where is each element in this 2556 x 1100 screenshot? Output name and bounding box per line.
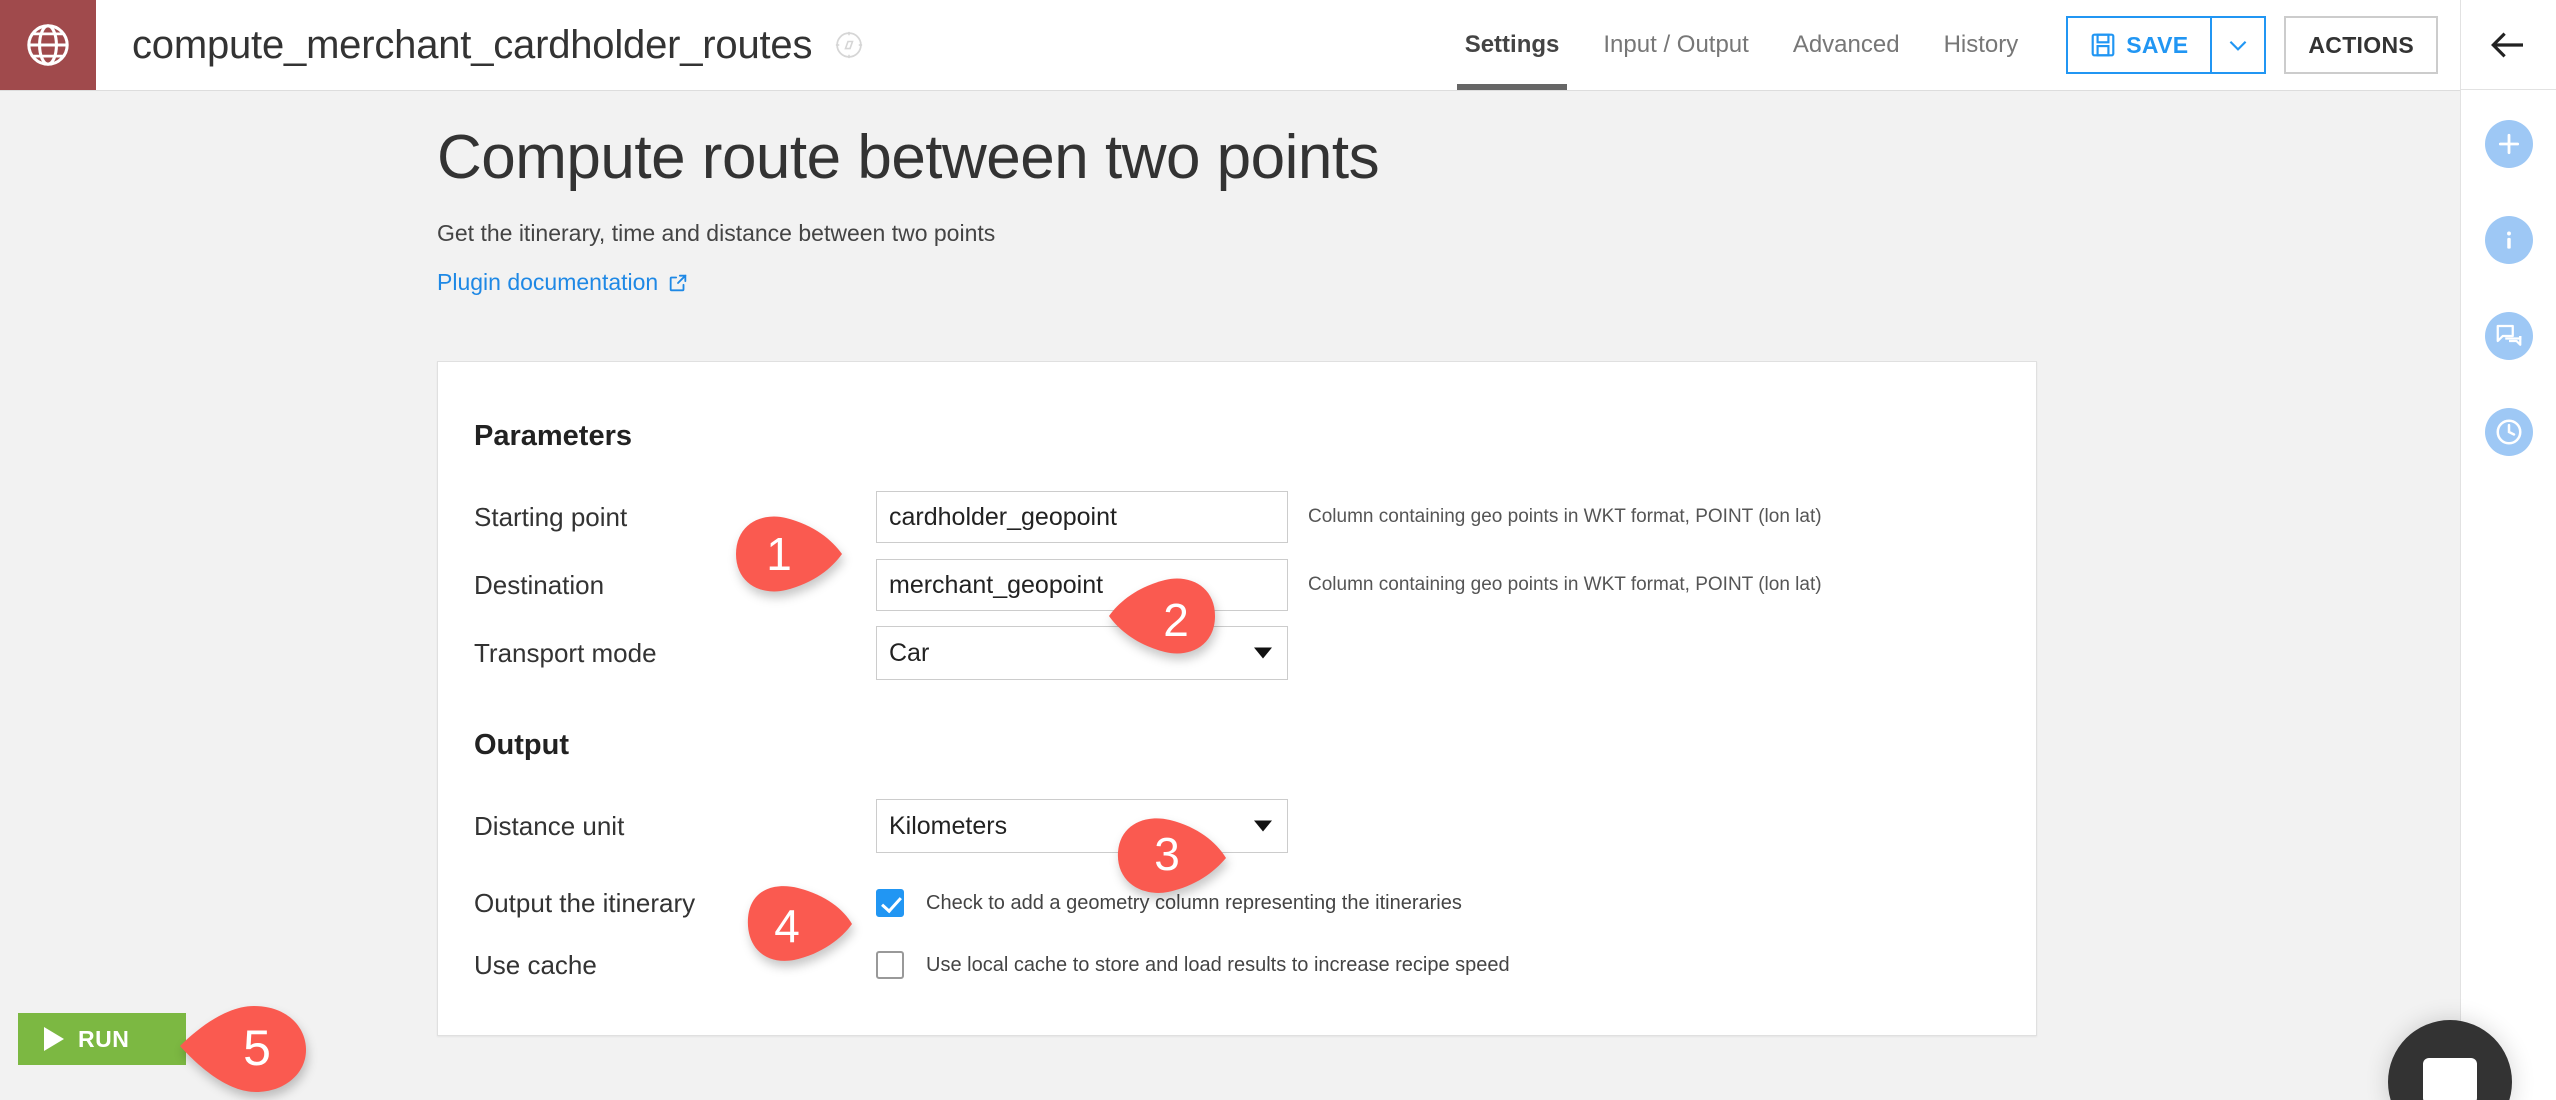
run-button[interactable]: RUN xyxy=(18,1013,186,1065)
arrow-left-icon xyxy=(2490,32,2523,57)
distance-unit-select[interactable]: Kilometers xyxy=(876,799,1288,853)
distance-unit-control: Kilometers xyxy=(876,799,1288,853)
plus-icon xyxy=(2498,133,2520,155)
destination-control xyxy=(876,559,1288,611)
chat-bubbles-icon xyxy=(2496,324,2522,346)
tab-history-label: History xyxy=(1943,31,2019,58)
tab-input-output-label: Input / Output xyxy=(1603,31,1749,58)
tab-history[interactable]: History xyxy=(1922,0,2041,90)
row-use-cache: Use cache Use local cache to store and l… xyxy=(474,934,2000,996)
discussions-icon[interactable] xyxy=(2485,312,2533,360)
destination-label: Destination xyxy=(474,569,605,600)
add-icon[interactable] xyxy=(2485,120,2533,168)
actions-button-label: ACTIONS xyxy=(2308,31,2414,58)
transport-mode-select[interactable]: Car xyxy=(876,626,1288,680)
top-bar: compute_merchant_cardholder_routes Setti… xyxy=(0,0,2460,91)
row-transport-mode: Transport mode Car xyxy=(474,619,2000,687)
settings-card-inner: Parameters Starting point Column contain… xyxy=(438,362,2036,996)
destination-input[interactable] xyxy=(876,559,1288,611)
output-section-title: Output xyxy=(474,729,570,761)
right-sidebar xyxy=(2388,0,2556,1100)
distance-unit-select-wrap: Kilometers xyxy=(876,799,1288,853)
chevron-down-icon xyxy=(2230,40,2247,51)
parameters-rows: Starting point Column containing geo poi… xyxy=(474,483,2000,687)
destination-help: Column containing geo points in WKT form… xyxy=(1308,574,1822,595)
compass-icon xyxy=(836,31,863,59)
output-itinerary-label: Output the itinerary xyxy=(474,887,696,918)
output-itinerary-help: Check to add a geometry column represent… xyxy=(926,891,1462,914)
page-subtitle: Get the itinerary, time and distance bet… xyxy=(437,220,996,247)
plugin-documentation-label: Plugin documentation xyxy=(437,269,659,296)
use-cache-help: Use local cache to store and load result… xyxy=(926,953,1510,976)
row-output-itinerary: Output the itinerary Check to add a geom… xyxy=(474,872,2000,934)
actions-button[interactable]: ACTIONS xyxy=(2284,16,2438,74)
starting-point-label: Starting point xyxy=(474,501,628,532)
tab-settings[interactable]: Settings xyxy=(1443,0,1582,90)
page-title: Compute route between two points xyxy=(437,123,1380,192)
clock-history-icon xyxy=(2496,419,2522,445)
page-header: Compute route between two points Get the… xyxy=(0,91,2460,296)
use-cache-checkbox[interactable] xyxy=(876,951,904,979)
page-content: Compute route between two points Get the… xyxy=(0,91,2460,1100)
recipe-settings-page: compute_merchant_cardholder_routes Setti… xyxy=(0,0,2556,1100)
info-glyph-icon xyxy=(2507,231,2511,249)
output-itinerary-holder: Check to add a geometry column represent… xyxy=(876,889,1462,917)
row-destination: Destination Column containing geo points… xyxy=(474,551,2000,619)
floppy-disk-icon xyxy=(2091,33,2115,57)
output-itinerary-checkbox[interactable] xyxy=(876,889,904,917)
app-logo[interactable] xyxy=(0,0,96,90)
save-button-label: SAVE xyxy=(2126,31,2189,58)
tab-settings-label: Settings xyxy=(1464,31,1560,58)
row-distance-unit: Distance unit Kilometers xyxy=(474,792,2000,860)
save-dropdown-button[interactable] xyxy=(2212,16,2267,74)
starting-point-input[interactable] xyxy=(876,491,1288,543)
save-button[interactable]: SAVE xyxy=(2066,16,2213,74)
use-cache-holder: Use local cache to store and load result… xyxy=(876,951,1510,979)
output-rows: Distance unit Kilometers Output the itin xyxy=(474,792,2000,996)
back-button[interactable] xyxy=(2461,0,2556,90)
tab-advanced[interactable]: Advanced xyxy=(1771,0,1922,90)
distance-unit-label: Distance unit xyxy=(474,810,625,841)
plugin-documentation-link[interactable]: Plugin documentation xyxy=(437,269,689,296)
starting-point-control xyxy=(876,491,1288,543)
run-button-label: RUN xyxy=(78,1025,130,1052)
recipe-title: compute_merchant_cardholder_routes xyxy=(132,22,813,67)
recipe-tabs: Settings Input / Output Advanced History xyxy=(1443,0,2041,90)
globe-icon xyxy=(27,24,69,66)
row-starting-point: Starting point Column containing geo poi… xyxy=(474,483,2000,551)
transport-mode-value: Car xyxy=(889,638,930,667)
parameters-section-title: Parameters xyxy=(474,420,632,452)
transport-mode-label: Transport mode xyxy=(474,637,657,668)
info-icon[interactable] xyxy=(2485,216,2533,264)
transport-mode-select-wrap: Car xyxy=(876,626,1288,680)
starting-point-help: Column containing geo points in WKT form… xyxy=(1308,506,1822,527)
tab-advanced-label: Advanced xyxy=(1792,31,1900,58)
history-icon[interactable] xyxy=(2485,408,2533,456)
settings-card: Parameters Starting point Column contain… xyxy=(437,361,2037,1036)
distance-unit-value: Kilometers xyxy=(889,811,1008,840)
play-icon xyxy=(44,1027,64,1051)
transport-mode-control: Car xyxy=(876,626,1288,680)
save-button-group: SAVE xyxy=(2066,16,2267,74)
use-cache-label: Use cache xyxy=(474,949,597,980)
external-link-icon xyxy=(669,274,687,291)
tab-input-output[interactable]: Input / Output xyxy=(1581,0,1770,90)
